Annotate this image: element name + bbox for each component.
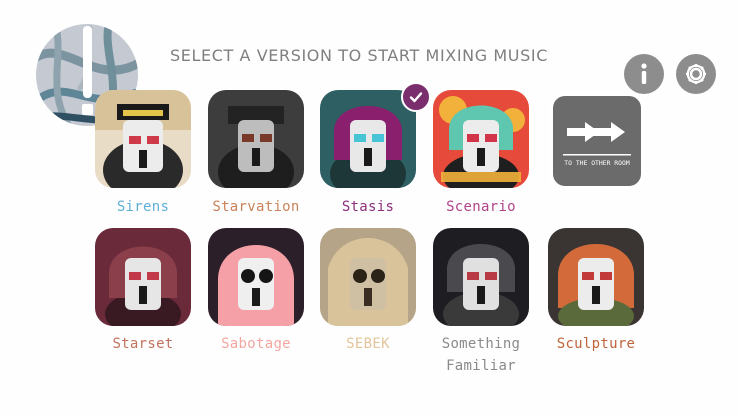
version-card-stasis[interactable] (320, 90, 416, 188)
gear-icon (686, 64, 706, 84)
version-card-sebek[interactable] (320, 228, 416, 326)
version-label-stasis: Stasis (341, 199, 395, 215)
version-card-starset[interactable] (95, 228, 191, 326)
version-label-sebek: SEBEK (346, 336, 390, 352)
version-label-something-familiar: Something Familiar (421, 333, 541, 377)
version-card-to-the-other-room[interactable]: TO THE OTHER ROOM (549, 92, 645, 190)
version-card-starvation[interactable] (208, 90, 304, 188)
card-title: TO THE OTHER ROOM (564, 159, 630, 167)
version-card-sirens[interactable] (95, 90, 191, 188)
page-title: SELECT A VERSION TO START MIXING MUSIC (170, 46, 548, 65)
version-label-sirens: Sirens (116, 199, 170, 215)
version-label-starvation: Starvation (212, 199, 300, 215)
version-label-sculpture: Sculpture (556, 336, 636, 352)
info-button[interactable] (624, 54, 664, 94)
version-label-scenario: Scenario (446, 199, 516, 215)
version-card-something-familiar[interactable] (433, 228, 529, 326)
version-label-line1: Something (441, 336, 521, 352)
info-icon (641, 63, 647, 84)
version-card-sabotage[interactable] (208, 228, 304, 326)
settings-button[interactable] (676, 54, 716, 94)
version-select-screen: SELECT A VERSION TO START MIXING MUSIC T… (0, 0, 739, 415)
version-label-starset: Starset (112, 336, 174, 352)
version-label-sabotage: Sabotage (221, 336, 291, 352)
version-card-sculpture[interactable] (548, 228, 644, 326)
selected-check-icon (401, 82, 431, 112)
version-card-scenario[interactable] (433, 90, 529, 188)
version-label-line2: Familiar (446, 358, 516, 374)
